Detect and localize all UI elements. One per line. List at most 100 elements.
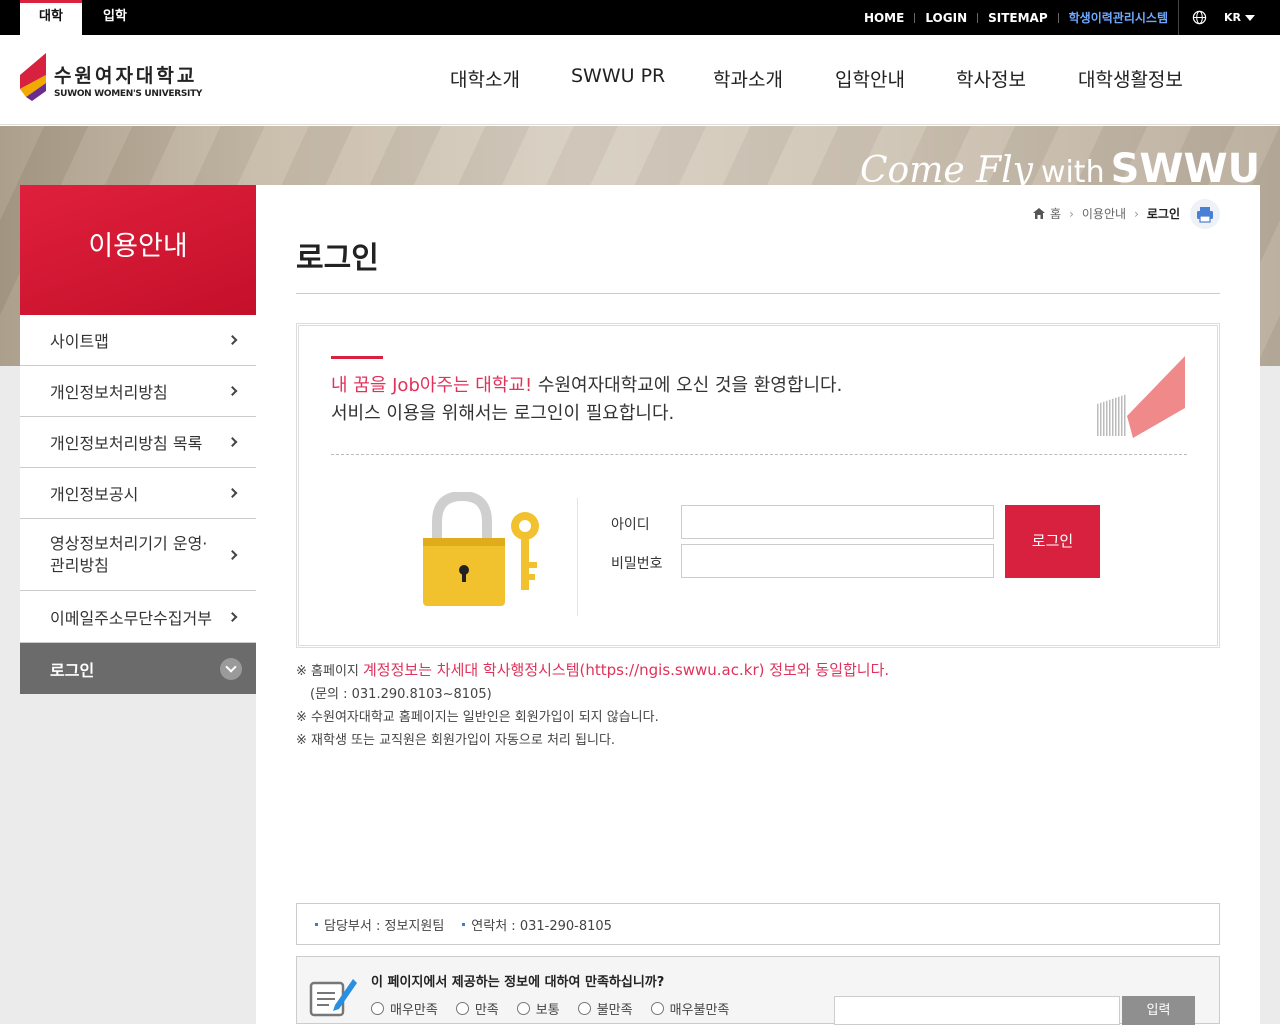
logo-english: SUWON WOMEN'S UNIVERSITY (54, 89, 203, 99)
nav-departments[interactable]: 학과소개 (713, 65, 783, 92)
print-button[interactable] (1190, 199, 1220, 229)
logo-mark-icon (20, 53, 46, 101)
divider (577, 498, 578, 616)
radio-button[interactable] (371, 1002, 384, 1015)
sidebar-item-email-refusal[interactable]: 이메일주소무단수집거부 (20, 591, 256, 643)
print-icon (1197, 207, 1213, 223)
department-text: 담당부서 : 정보지원팀 (324, 918, 445, 934)
sidebar-item-privacy-disclosure[interactable]: 개인정보공시 (20, 468, 256, 519)
globe-icon[interactable] (1192, 10, 1207, 25)
login-link[interactable]: LOGIN (925, 11, 967, 25)
note-prefix: ※ 홈페이지 (296, 664, 363, 679)
option-label: 보통 (535, 1003, 560, 1018)
note-line: ※ 재학생 또는 교직원은 회원가입이 자동으로 처리 됩니다. (296, 733, 616, 748)
note-highlight: 계정정보는 차세대 학사행정시스템(https://ngis.swwu.ac.k… (363, 661, 890, 679)
note-line: ※ 홈페이지 계정정보는 차세대 학사행정시스템(https://ngis.sw… (296, 659, 889, 683)
chevron-right-icon (227, 335, 238, 345)
survey-option[interactable]: 매우불만족 (650, 999, 730, 1018)
tab-university[interactable]: 대학 (20, 0, 82, 35)
sidebar-item-label: 개인정보처리방침 (50, 383, 168, 402)
sidebar-menu: 사이트맵 개인정보처리방침 개인정보처리방침 목록 개인정보공시 영상정보처리기… (20, 315, 256, 694)
home-icon[interactable] (1033, 208, 1046, 219)
note-contact: (문의 : 031.290.8103~8105) (310, 687, 492, 702)
sidebar-item-cctv-policy[interactable]: 영상정보처리기기 운영· 관리방침 (20, 519, 256, 591)
key-icon (511, 512, 539, 590)
welcome-message: 내 꿈을 Job아주는 대학교! 수원여자대학교에 오신 것을 환영합니다. 서… (331, 372, 842, 428)
radio-button[interactable] (577, 1002, 591, 1015)
tab-admission[interactable]: 입학 (92, 0, 138, 35)
chevron-right-icon (227, 549, 238, 560)
radio-button[interactable] (516, 1002, 530, 1015)
password-input[interactable] (681, 544, 994, 578)
survey-submit-button[interactable]: 입력 (1122, 996, 1195, 1025)
breadcrumb-current: 로그인 (1146, 207, 1180, 221)
nav-pr[interactable]: SWWU PR (571, 65, 665, 87)
sidebar-item-privacy-policy[interactable]: 개인정보처리방침 (20, 366, 256, 417)
home-link[interactable]: HOME (864, 11, 904, 25)
page-title: 로그인 (296, 241, 379, 276)
slogan-text: 내 꿈을 Job아주는 대학교! (331, 375, 533, 396)
survey-option[interactable]: 만족 (455, 999, 499, 1018)
sidebar-item-label: 영상정보처리기기 운영· 관리방침 (50, 533, 208, 575)
welcome-line1: 내 꿈을 Job아주는 대학교! 수원여자대학교에 오신 것을 환영합니다. (331, 372, 842, 400)
breadcrumb: 홈 › 이용안내 › 로그인 (1033, 205, 1180, 222)
logo-name: 수원여자대학교 (54, 65, 198, 87)
breadcrumb-parent[interactable]: 이용안내 (1082, 205, 1126, 222)
breadcrumb-home[interactable]: 홈 (1050, 205, 1061, 222)
satisfaction-survey: 이 페이지에서 제공하는 정보에 대하여 만족하십니까? 매우만족 만족 보통 … (296, 956, 1220, 1025)
sidebar-title: 이용안내 (20, 185, 256, 315)
sitemap-link[interactable]: SITEMAP (988, 11, 1048, 25)
id-input[interactable] (681, 505, 994, 539)
survey-option[interactable]: 매우만족 (371, 999, 438, 1018)
bullet (462, 922, 466, 926)
password-label: 비밀번호 (611, 556, 663, 572)
divider (914, 12, 916, 23)
nav-admission[interactable]: 입학안내 (835, 65, 905, 92)
chevron-right-icon: › (1069, 206, 1074, 221)
page-manager-info: 담당부서 : 정보지원팀 연락처 : 031-290-8105 (296, 903, 1220, 945)
site-header: 수원여자대학교 SUWON WOMEN'S UNIVERSITY 대학소개 SW… (0, 35, 1280, 125)
chevron-right-icon (227, 386, 238, 396)
sidebar-item-privacy-list[interactable]: 개인정보처리방침 목록 (20, 417, 256, 468)
chevron-right-icon (227, 611, 238, 622)
login-box: 내 꿈을 Job아주는 대학교! 수원여자대학교에 오신 것을 환영합니다. 서… (296, 323, 1220, 648)
survey-question: 이 페이지에서 제공하는 정보에 대하여 만족하십니까? (371, 975, 665, 990)
language-label: KR (1224, 11, 1241, 24)
radio-button[interactable] (455, 1002, 469, 1015)
sidebar-item-label: 이메일주소무단수집거부 (50, 608, 212, 628)
lock-icon (423, 492, 539, 606)
sidebar-item-label: 사이트맵 (50, 332, 109, 351)
divider (1178, 0, 1179, 35)
sidebar-item-label: 로그인 (50, 660, 95, 680)
bullet (315, 922, 318, 926)
login-notes: ※ 홈페이지 계정정보는 차세대 학사행정시스템(https://ngis.sw… (296, 659, 889, 752)
main-content: 홈 › 이용안내 › 로그인 로그인 내 꿈을 Job아주는 대학교! 수원여자… (256, 185, 1260, 1025)
divider (331, 454, 1187, 455)
option-label: 불만족 (596, 1003, 633, 1018)
student-record-link[interactable]: 학생이력관리시스템 (1069, 9, 1168, 26)
chevron-right-icon (227, 437, 238, 447)
option-label: 매우불만족 (669, 1003, 730, 1018)
top-bar: 대학 입학 HOME LOGIN SITEMAP 학생이력관리시스템 KR (0, 0, 1280, 35)
survey-pen-icon (309, 979, 357, 1017)
language-select[interactable]: KR (1224, 0, 1255, 35)
nav-academics[interactable]: 학사정보 (956, 65, 1026, 92)
option-label: 만족 (474, 1003, 499, 1018)
note-line: ※ 수원여자대학교 홈페이지는 일반인은 회원가입이 되지 않습니다. (296, 710, 659, 725)
survey-option[interactable]: 불만족 (577, 999, 633, 1018)
nav-about[interactable]: 대학소개 (450, 65, 520, 92)
sidebar-item-sitemap[interactable]: 사이트맵 (20, 315, 256, 366)
sidebar-item-label: 개인정보공시 (50, 485, 139, 504)
decorative-graphic (1097, 356, 1185, 438)
survey-option[interactable]: 보통 (516, 999, 560, 1018)
sidebar-item-login[interactable]: 로그인 (20, 643, 256, 694)
option-label: 매우만족 (390, 1003, 438, 1018)
login-button[interactable]: 로그인 (1005, 505, 1100, 578)
divider (1057, 12, 1059, 23)
radio-button[interactable] (650, 1002, 664, 1015)
nav-campus-life[interactable]: 대학생활정보 (1078, 65, 1183, 92)
survey-comment-input[interactable] (834, 996, 1120, 1025)
caret-down-icon (1245, 15, 1255, 21)
accent-bar (331, 356, 383, 359)
chevron-right-icon (227, 488, 238, 498)
